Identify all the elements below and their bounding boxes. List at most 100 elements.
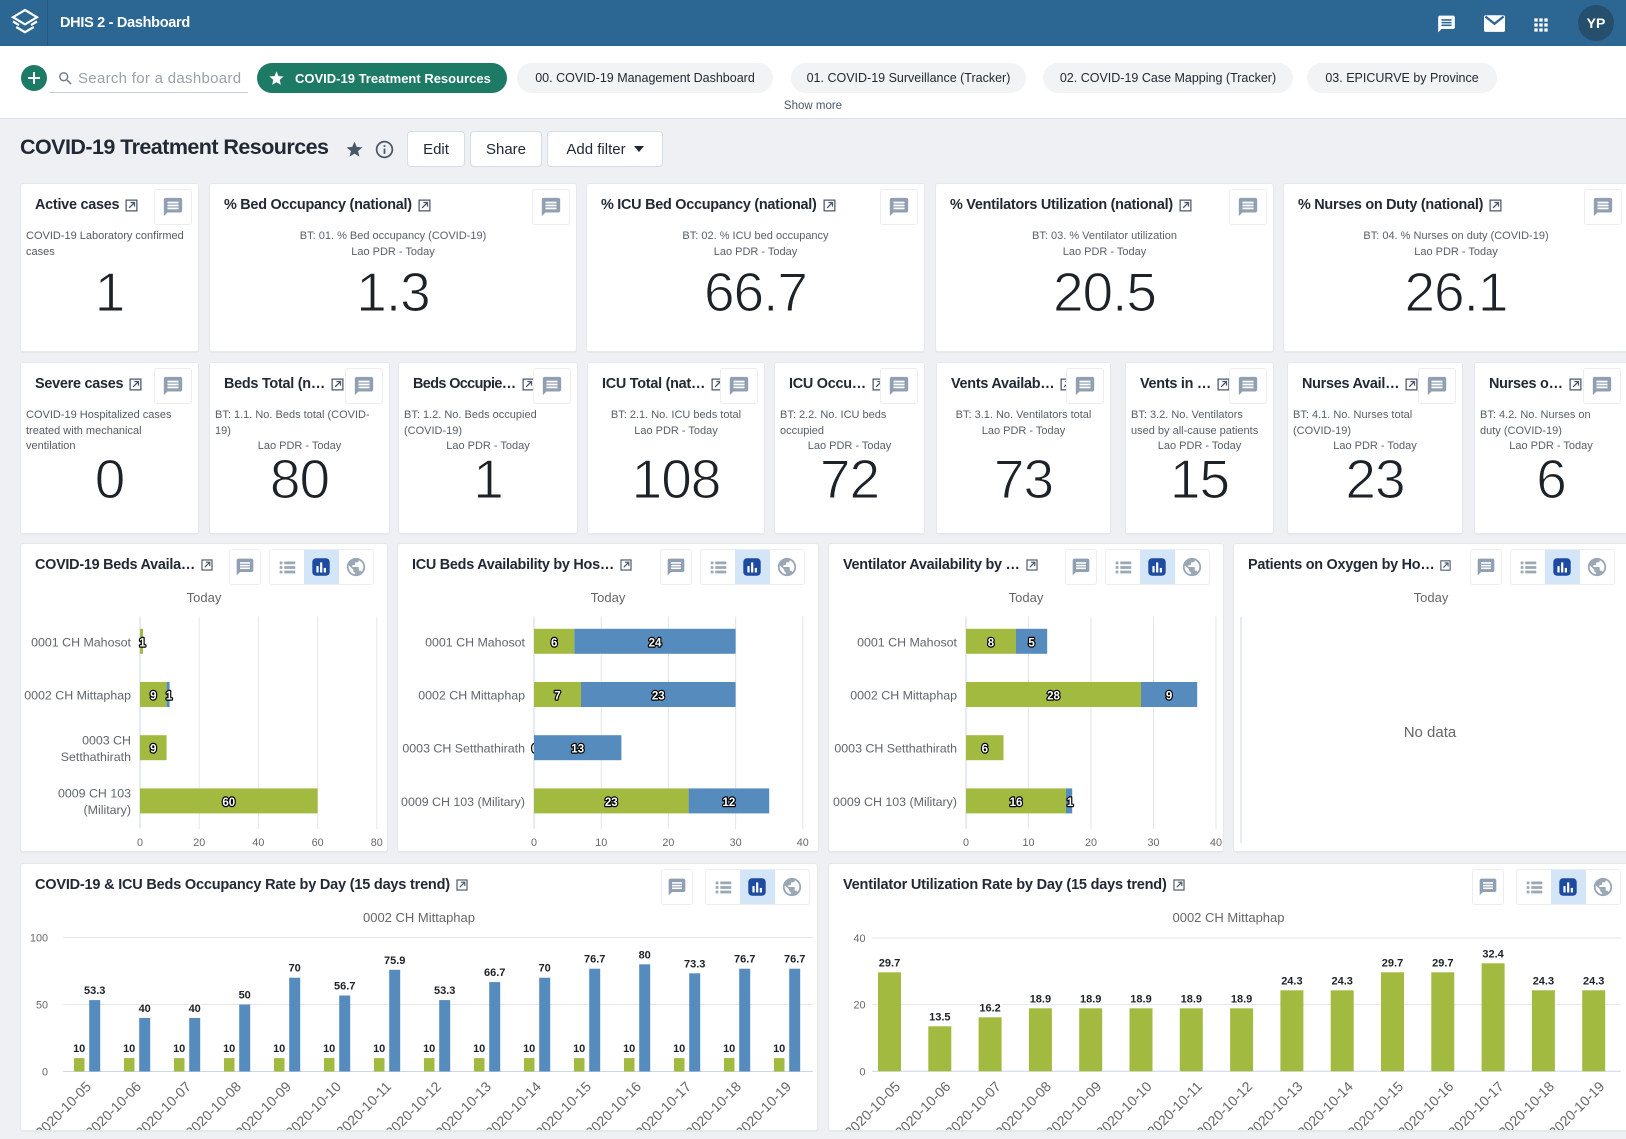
svg-text:2020-10-11: 2020-10-11 (1144, 1078, 1205, 1131)
svg-text:10: 10 (123, 1043, 135, 1055)
svg-text:18.9: 18.9 (1231, 993, 1252, 1005)
svg-text:10: 10 (523, 1043, 535, 1055)
svg-text:2020-10-07: 2020-10-07 (132, 1078, 194, 1131)
svg-text:32.4: 32.4 (1482, 948, 1504, 960)
svg-text:24.3: 24.3 (1533, 975, 1554, 987)
svg-text:2020-10-15: 2020-10-15 (1344, 1078, 1406, 1131)
svg-text:2020-10-06: 2020-10-06 (892, 1078, 954, 1131)
svg-text:2020-10-10: 2020-10-10 (282, 1078, 344, 1131)
svg-text:6: 6 (551, 637, 557, 649)
svg-text:2020-10-19: 2020-10-19 (732, 1078, 794, 1131)
svg-text:7: 7 (554, 691, 560, 703)
svg-text:18.9: 18.9 (1030, 993, 1051, 1005)
svg-text:18.9: 18.9 (1181, 993, 1202, 1005)
svg-text:No data: No data (1404, 724, 1457, 741)
svg-text:40: 40 (139, 1003, 151, 1015)
svg-text:0002 CH Mittaphap: 0002 CH Mittaphap (850, 689, 957, 703)
svg-text:10: 10 (573, 1043, 585, 1055)
svg-text:2020-10-19: 2020-10-19 (1545, 1078, 1607, 1131)
svg-text:(Military): (Military) (84, 803, 132, 817)
svg-text:2020-10-10: 2020-10-10 (1093, 1078, 1155, 1131)
svg-text:56.7: 56.7 (334, 981, 355, 993)
svg-text:9: 9 (150, 744, 156, 756)
svg-text:28: 28 (1047, 691, 1060, 703)
svg-text:10: 10 (623, 1043, 635, 1055)
svg-text:2020-10-14: 2020-10-14 (1294, 1078, 1356, 1131)
svg-text:80: 80 (371, 837, 383, 849)
svg-text:23: 23 (605, 797, 618, 809)
svg-text:60: 60 (222, 797, 235, 809)
svg-text:5: 5 (1028, 637, 1035, 649)
svg-text:2020-10-11: 2020-10-11 (333, 1078, 394, 1131)
svg-text:76.7: 76.7 (734, 954, 755, 966)
svg-text:10: 10 (323, 1043, 335, 1055)
svg-text:2020-10-13: 2020-10-13 (1244, 1078, 1306, 1131)
svg-text:76.7: 76.7 (584, 954, 605, 966)
svg-text:29.7: 29.7 (1432, 957, 1453, 969)
svg-text:0: 0 (137, 837, 143, 849)
svg-text:0: 0 (859, 1066, 865, 1078)
svg-text:12: 12 (723, 797, 736, 809)
svg-text:18.9: 18.9 (1080, 993, 1101, 1005)
svg-text:20: 20 (193, 837, 205, 849)
svg-text:40: 40 (252, 837, 264, 849)
svg-text:0003 CH Setthathirath: 0003 CH Setthathirath (834, 742, 957, 756)
svg-text:76.7: 76.7 (784, 954, 805, 966)
svg-text:2020-10-17: 2020-10-17 (1445, 1078, 1507, 1131)
svg-text:70: 70 (539, 963, 551, 975)
svg-text:2020-10-05: 2020-10-05 (841, 1078, 903, 1131)
svg-text:2020-10-13: 2020-10-13 (432, 1078, 494, 1131)
svg-text:53.3: 53.3 (84, 985, 105, 997)
svg-text:40: 40 (1210, 837, 1222, 849)
svg-text:0: 0 (531, 837, 537, 849)
svg-text:30: 30 (730, 837, 742, 849)
svg-text:Setthathirath: Setthathirath (61, 750, 131, 764)
svg-text:13: 13 (571, 744, 584, 756)
svg-text:2020-10-08: 2020-10-08 (182, 1078, 244, 1131)
svg-text:0001 CH Mahosot: 0001 CH Mahosot (31, 635, 131, 649)
svg-text:10: 10 (1022, 837, 1034, 849)
svg-text:50: 50 (239, 990, 251, 1002)
svg-text:9: 9 (1166, 691, 1172, 703)
svg-text:2020-10-12: 2020-10-12 (382, 1078, 444, 1131)
svg-text:24.3: 24.3 (1281, 975, 1302, 987)
svg-text:16.2: 16.2 (979, 1002, 1000, 1014)
svg-text:2020-10-16: 2020-10-16 (1395, 1078, 1457, 1131)
svg-text:20: 20 (662, 837, 674, 849)
svg-text:18.9: 18.9 (1130, 993, 1151, 1005)
svg-text:2020-10-12: 2020-10-12 (1193, 1078, 1255, 1131)
svg-text:24.3: 24.3 (1331, 975, 1352, 987)
svg-text:20: 20 (853, 1000, 865, 1012)
svg-text:2020-10-09: 2020-10-09 (1042, 1078, 1104, 1131)
svg-text:2020-10-07: 2020-10-07 (942, 1078, 1004, 1131)
svg-text:10: 10 (673, 1043, 685, 1055)
svg-text:0001 CH Mahosot: 0001 CH Mahosot (425, 635, 525, 649)
svg-text:10: 10 (73, 1043, 85, 1055)
svg-text:0002 CH Mittaphap: 0002 CH Mittaphap (418, 689, 525, 703)
svg-text:10: 10 (595, 837, 607, 849)
svg-text:10: 10 (223, 1043, 235, 1055)
svg-text:0009 CH 103 (Military): 0009 CH 103 (Military) (401, 795, 525, 809)
svg-text:2020-10-05: 2020-10-05 (32, 1078, 94, 1131)
svg-text:10: 10 (473, 1043, 485, 1055)
svg-text:2020-10-18: 2020-10-18 (1495, 1078, 1557, 1131)
svg-text:75.9: 75.9 (384, 955, 405, 967)
svg-text:0001 CH Mahosot: 0001 CH Mahosot (857, 635, 957, 649)
svg-text:70: 70 (289, 963, 301, 975)
svg-text:2020-10-15: 2020-10-15 (532, 1078, 594, 1131)
svg-text:20: 20 (1085, 837, 1097, 849)
svg-text:50: 50 (36, 1000, 48, 1012)
svg-text:1: 1 (1067, 797, 1074, 809)
svg-text:9: 9 (150, 691, 156, 703)
svg-text:30: 30 (1147, 837, 1159, 849)
svg-text:10: 10 (373, 1043, 385, 1055)
svg-text:100: 100 (30, 933, 48, 945)
svg-text:6: 6 (982, 744, 988, 756)
svg-text:0002 CH Mittaphap: 0002 CH Mittaphap (24, 689, 131, 703)
svg-text:2020-10-16: 2020-10-16 (582, 1078, 644, 1131)
svg-text:10: 10 (273, 1043, 285, 1055)
svg-text:60: 60 (312, 837, 324, 849)
svg-text:80: 80 (639, 949, 651, 961)
svg-text:2020-10-06: 2020-10-06 (82, 1078, 144, 1131)
svg-text:2020-10-17: 2020-10-17 (632, 1078, 694, 1131)
